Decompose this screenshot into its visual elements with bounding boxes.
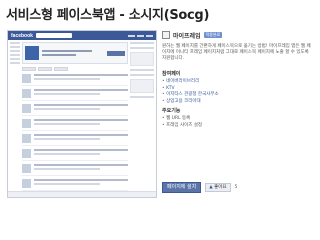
app-info-panel: 마이프레임 적용완료 원하는 웹 페이지를 간편하게 페이스북으로 옮기는 방법… xyxy=(162,30,314,205)
facebook-logo: facebook xyxy=(11,32,33,39)
features-list: 웹 URL 등록 프레임 사이즈 설정 xyxy=(162,116,314,129)
page-like-button xyxy=(107,50,125,56)
facebook-top-bar: facebook xyxy=(8,31,156,40)
facebook-main-column xyxy=(22,42,128,191)
facebook-top-links xyxy=(128,34,153,37)
facebook-post xyxy=(22,149,128,161)
like-button[interactable]: ▲ 좋아요 xyxy=(205,183,231,192)
facebook-page-preview: facebook xyxy=(7,30,157,198)
app-icon xyxy=(162,31,170,39)
app-description: 원하는 웹 페이지를 간편하게 페이스북으로 옮기는 방법! 마이프레임 앱은 … xyxy=(162,44,311,61)
feature-item: 프레임 사이즈 설정 xyxy=(162,123,314,130)
facebook-post xyxy=(22,104,128,116)
like-count: 5 xyxy=(234,185,238,190)
features-title: 주요기능 xyxy=(162,108,181,114)
example-pages-list: 네이버라이브러리 KTV 이지타스 관광청 한국사무소 상업고용 코리아대 xyxy=(162,79,314,105)
app-header: 마이프레임 적용완료 xyxy=(162,30,314,40)
thumbs-up-icon: ▲ xyxy=(209,185,213,190)
facebook-left-nav xyxy=(10,42,20,191)
examples-title: 참여페이 xyxy=(162,71,181,77)
app-actions: 페이지에 설치 ▲ 좋아요 5 xyxy=(162,182,237,193)
slide-title: 서비스형 페이스북앱 - 소시지(Socg) xyxy=(6,8,210,23)
facebook-search-box xyxy=(35,33,72,38)
facebook-page-tabs xyxy=(22,67,128,71)
facebook-chat-bar xyxy=(8,191,156,197)
app-name: 마이프레임 xyxy=(173,32,201,40)
facebook-post xyxy=(22,134,128,146)
status-badge: 적용완료 xyxy=(203,32,223,38)
page-profile-picture xyxy=(25,46,39,60)
facebook-right-rail xyxy=(130,42,154,191)
install-to-page-button[interactable]: 페이지에 설치 xyxy=(162,182,202,193)
facebook-post xyxy=(22,179,128,191)
facebook-post xyxy=(22,74,128,86)
facebook-post xyxy=(22,89,128,101)
example-page-link[interactable]: 상업고용 코리아대 xyxy=(162,99,314,106)
facebook-post xyxy=(22,164,128,176)
facebook-post xyxy=(22,119,128,131)
facebook-page-header xyxy=(22,42,128,64)
like-label: 좋아요 xyxy=(214,185,227,190)
